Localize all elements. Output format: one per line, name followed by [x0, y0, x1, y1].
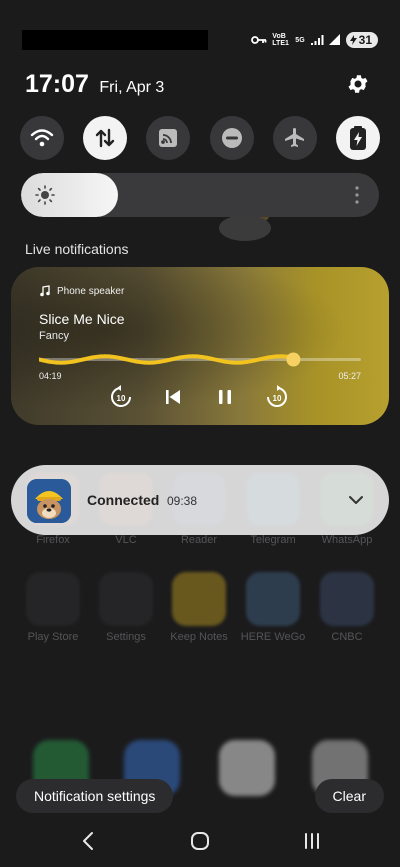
brightness-sun-icon [35, 185, 55, 205]
airplane-icon [284, 128, 304, 147]
svg-text:10: 10 [117, 394, 126, 403]
music-note-icon [40, 285, 50, 297]
brightness-more-icon[interactable] [355, 185, 359, 205]
bg-label-reader: Reader [180, 534, 218, 546]
network-label-5g: 5G [295, 36, 305, 44]
settings-gear-icon[interactable] [346, 72, 370, 96]
bg-label-settings: Settings [106, 631, 146, 643]
vpn-mascot-icon [27, 479, 71, 523]
qs-mobile-data-toggle[interactable] [83, 116, 128, 160]
elapsed-time: 04:19 [39, 371, 62, 381]
vpn-key-icon [251, 36, 267, 44]
bg-app-cnbc [320, 572, 374, 626]
cast-icon [159, 129, 178, 147]
bg-label-here-wego: HERE WeGo [240, 631, 306, 643]
bg-app-settings [99, 572, 153, 626]
bg-dock-photos [219, 740, 275, 796]
status-icons: VoB LTE1 5G 31 [251, 32, 378, 48]
bg-app-play-store [26, 572, 80, 626]
battery-indicator: 31 [345, 32, 378, 48]
media-source-label: Phone speaker [57, 285, 125, 297]
qs-wifi-toggle[interactable] [20, 116, 64, 160]
skip-previous-icon [166, 390, 180, 404]
clear-button[interactable]: Clear [314, 779, 384, 813]
pause-button[interactable] [211, 383, 239, 411]
previous-button[interactable] [159, 383, 187, 411]
home-button[interactable] [186, 827, 214, 855]
chevron-down-icon[interactable] [345, 489, 367, 511]
notification-settings-button[interactable]: Notification settings [16, 779, 174, 813]
rewind-10-button[interactable]: 10 [107, 383, 135, 411]
network-label-lte: VoB LTE1 [272, 33, 289, 47]
pause-icon [219, 390, 231, 404]
notification-time: 09:38 [167, 494, 198, 508]
back-button[interactable] [74, 827, 102, 855]
seek-bar[interactable] [39, 351, 361, 367]
qs-airplane-toggle[interactable] [272, 116, 317, 160]
signal-2-icon [328, 34, 340, 45]
bg-label-vlc: VLC [115, 534, 137, 546]
qs-battery-saver-toggle[interactable] [335, 116, 380, 160]
status-bar: VoB LTE1 5G 31 [0, 0, 400, 60]
qs-do-not-disturb-toggle[interactable] [209, 116, 254, 160]
track-title: Slice Me Nice [39, 311, 125, 327]
clock: 17:07 [25, 70, 89, 98]
bg-label-keep-notes: Keep Notes [170, 631, 228, 643]
data-transfer-icon [95, 128, 115, 148]
bg-app-keep-notes [172, 572, 226, 626]
home-circle-icon [191, 832, 209, 850]
media-output-source[interactable]: Phone speaker [39, 285, 124, 297]
header: 17:07 Fri, Apr 3 [25, 70, 378, 104]
seek-thumb[interactable] [286, 352, 301, 367]
brightness-slider[interactable] [21, 173, 379, 217]
bg-label-whatsapp: WhatsApp [321, 534, 373, 546]
bg-label-firefox: Firefox [36, 534, 70, 546]
forward-10-button[interactable]: 10 [263, 383, 291, 411]
svg-text:10: 10 [273, 394, 282, 403]
seek-progress-wave [39, 354, 295, 365]
charging-bolt-icon [349, 35, 357, 45]
vpn-app-icon [27, 479, 71, 523]
recents-button[interactable] [298, 827, 326, 855]
navigation-bar [0, 815, 400, 867]
track-artist: Fancy [39, 330, 69, 342]
recents-icon [305, 833, 319, 849]
do-not-disturb-icon [221, 128, 242, 148]
date: Fri, Apr 3 [99, 79, 165, 96]
bg-label-play-store: Play Store [27, 631, 79, 643]
qs-cast-toggle[interactable] [146, 116, 191, 160]
forward-10-icon: 10 [267, 385, 287, 407]
redacted-notification-icons [22, 30, 208, 50]
live-notifications-label: Live notifications [25, 241, 129, 257]
media-controls: 10 10 [11, 383, 389, 413]
wifi-icon [30, 129, 54, 147]
bg-label-cnbc: CNBC [331, 631, 363, 643]
notification-title: Connected [87, 492, 160, 508]
bg-app-here-wego [246, 572, 300, 626]
signal-icon [310, 35, 324, 45]
quick-settings-row [20, 116, 380, 160]
bg-label-telegram: Telegram [250, 534, 296, 546]
media-player-card[interactable]: Phone speaker Slice Me Nice Fancy 04:19 … [11, 267, 389, 425]
battery-saver-icon [349, 126, 366, 150]
vpn-notification-card[interactable]: Connected 09:38 [11, 465, 389, 535]
back-chevron-icon [83, 832, 93, 850]
total-time: 05:27 [338, 371, 361, 381]
rewind-10-icon: 10 [111, 385, 131, 407]
battery-level: 31 [358, 33, 372, 47]
